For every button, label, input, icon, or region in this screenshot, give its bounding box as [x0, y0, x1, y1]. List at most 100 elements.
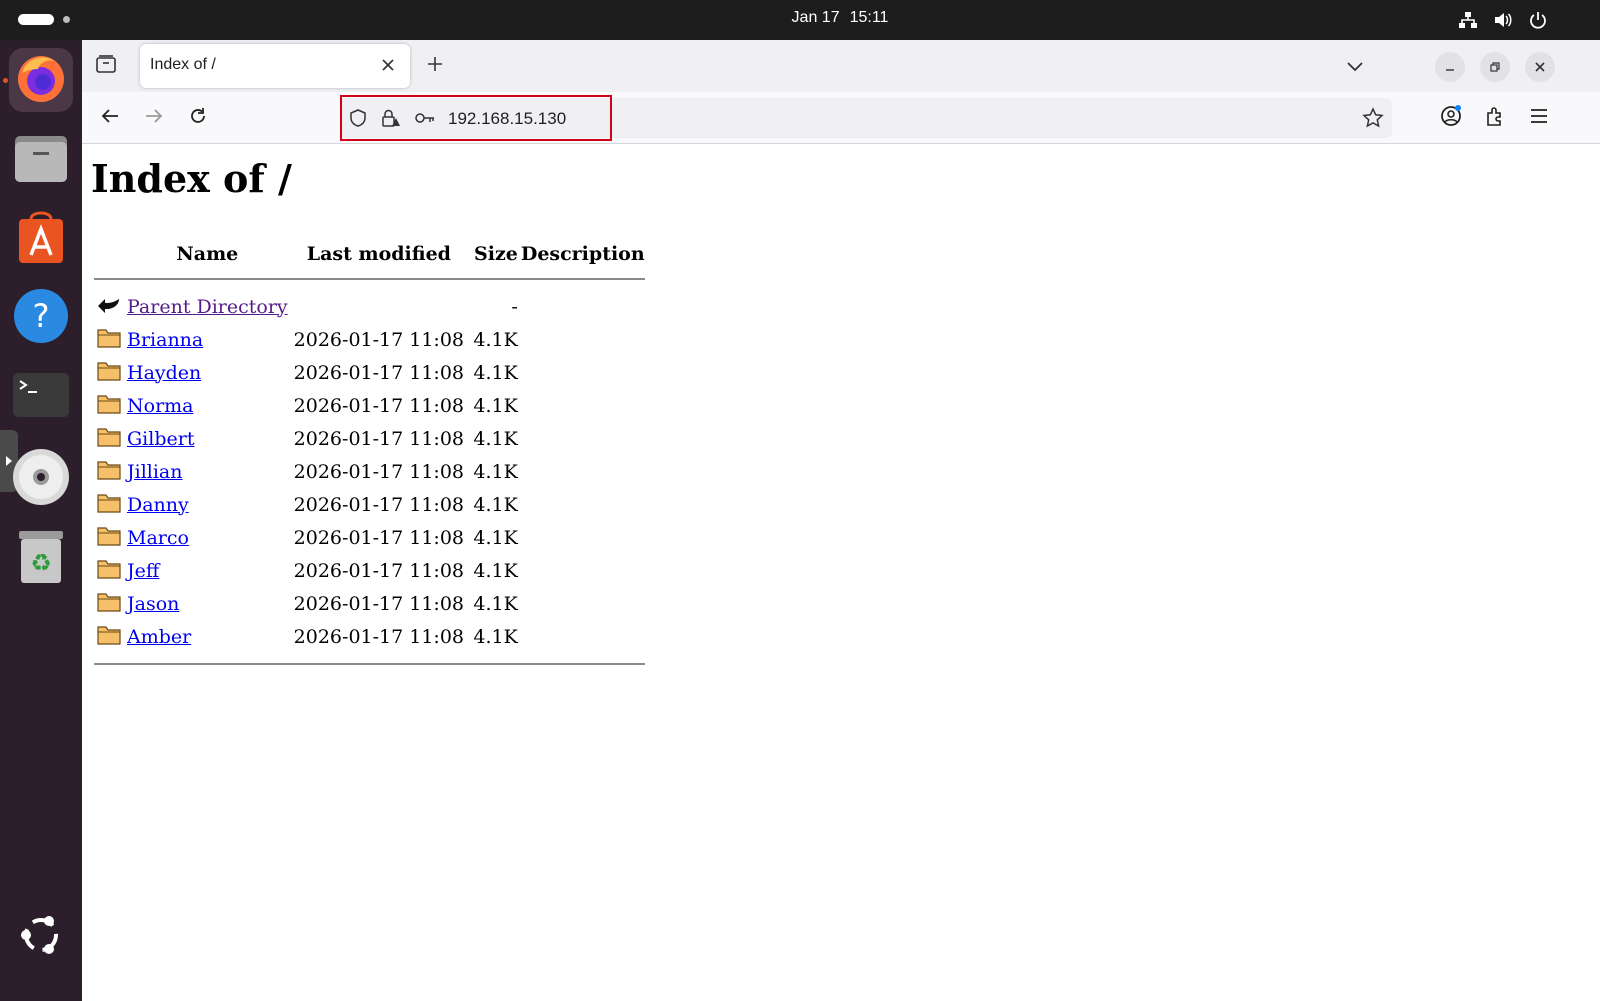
name-cell: Jeff: [124, 554, 291, 587]
parent-modified-cell: [291, 290, 467, 323]
svg-text:♻: ♻: [30, 549, 52, 577]
description-cell: [521, 422, 645, 455]
parent-size-cell: -: [511, 295, 518, 318]
bookmark-star-icon[interactable]: [1362, 107, 1384, 133]
description-cell: [521, 554, 645, 587]
network-icon[interactable]: [1458, 10, 1478, 30]
dock: ? ♻: [0, 40, 82, 1001]
tab-close-button[interactable]: [376, 54, 400, 78]
minimize-button[interactable]: [1435, 52, 1465, 82]
modified-cell: 2026-01-17 11:08: [293, 526, 465, 549]
extensions-button[interactable]: [1479, 102, 1511, 134]
forward-button[interactable]: [138, 102, 170, 134]
restore-button[interactable]: [1480, 52, 1510, 82]
modified-cell: 2026-01-17 11:08: [293, 394, 465, 417]
folder-icon: [94, 356, 124, 389]
table-row: Gilbert 2026-01-17 11:08 4.1K: [94, 422, 645, 455]
folder-icon: [94, 389, 124, 422]
name-cell: Norma: [124, 389, 291, 422]
table-row: Jason 2026-01-17 11:08 4.1K: [94, 587, 645, 620]
window-close-button[interactable]: [1525, 52, 1555, 82]
folder-link[interactable]: Norma: [127, 395, 194, 417]
table-row: Norma 2026-01-17 11:08 4.1K: [94, 389, 645, 422]
folder-link[interactable]: Gilbert: [127, 428, 194, 450]
restore-icon: [1489, 58, 1501, 77]
help-icon: ?: [13, 288, 69, 348]
description-cell: [521, 620, 645, 653]
folder-link[interactable]: Danny: [127, 494, 189, 516]
size-cell: 4.1K: [473, 427, 518, 450]
last-modified-column-header[interactable]: Last modified: [291, 240, 467, 268]
description-cell: [521, 587, 645, 620]
folder-icon: [94, 422, 124, 455]
size-cell: 4.1K: [473, 361, 518, 384]
clock-date: Jan 17: [791, 9, 840, 26]
modified-cell: 2026-01-17 11:08: [293, 328, 465, 351]
table-row: Jillian 2026-01-17 11:08 4.1K: [94, 455, 645, 488]
folder-link[interactable]: Marco: [127, 527, 189, 549]
dock-files[interactable]: [9, 128, 73, 192]
modified-cell: 2026-01-17 11:08: [293, 361, 465, 384]
name-cell: Jason: [124, 587, 291, 620]
table-row: Hayden 2026-01-17 11:08 4.1K: [94, 356, 645, 389]
folder-link[interactable]: Jason: [127, 593, 179, 615]
folder-link[interactable]: Hayden: [127, 362, 201, 384]
description-column-header[interactable]: Description: [521, 240, 645, 268]
dock-trash[interactable]: ♻: [9, 526, 73, 590]
size-cell: 4.1K: [473, 460, 518, 483]
size-cell: 4.1K: [473, 625, 518, 648]
back-button[interactable]: [94, 102, 126, 134]
dock-disc[interactable]: [9, 447, 73, 511]
parent-directory-link[interactable]: Parent Directory: [127, 296, 288, 318]
app-menu-button[interactable]: [1523, 102, 1555, 134]
dock-terminal[interactable]: [9, 365, 73, 429]
tab-index[interactable]: Index of /: [140, 44, 410, 88]
dock-show-apps[interactable]: [9, 905, 73, 969]
account-icon: [1439, 104, 1463, 132]
name-cell: Jillian: [124, 455, 291, 488]
firefox-view-button[interactable]: [90, 50, 122, 82]
parent-description-cell: [521, 290, 645, 323]
modified-cell: 2026-01-17 11:08: [293, 427, 465, 450]
svg-text:?: ?: [33, 297, 50, 335]
name-cell: Gilbert: [124, 422, 291, 455]
icon-column-header: [94, 240, 124, 268]
volume-icon[interactable]: [1493, 10, 1513, 30]
folder-link[interactable]: Brianna: [127, 329, 203, 351]
firefox-icon: [14, 51, 68, 109]
trash-icon: ♻: [17, 527, 65, 589]
power-icon[interactable]: [1528, 10, 1548, 30]
size-cell: 4.1K: [473, 559, 518, 582]
folder-link[interactable]: Amber: [127, 626, 191, 648]
system-top-bar: Jan 17 15:11: [0, 0, 1600, 40]
directory-rows: Brianna 2026-01-17 11:08 4.1K Hayden 2026-01…: [94, 323, 645, 653]
description-cell: [521, 521, 645, 554]
clock[interactable]: Jan 17 15:11: [0, 9, 1600, 27]
name-column-header[interactable]: Name: [124, 240, 291, 268]
size-cell: 4.1K: [473, 592, 518, 615]
name-cell: Hayden: [124, 356, 291, 389]
close-icon: [1534, 58, 1546, 77]
folder-icon: [94, 323, 124, 356]
new-tab-button[interactable]: [419, 50, 451, 82]
folder-icon: [94, 554, 124, 587]
name-cell: Danny: [124, 488, 291, 521]
folder-link[interactable]: Jillian: [127, 461, 183, 483]
reload-button[interactable]: [182, 102, 214, 134]
ubuntu-apps-icon: [18, 912, 64, 962]
folder-link[interactable]: Jeff: [127, 560, 159, 582]
dock-help[interactable]: ?: [9, 286, 73, 350]
hamburger-menu-icon: [1529, 107, 1549, 129]
account-button[interactable]: [1435, 102, 1467, 134]
plus-icon: [426, 55, 444, 77]
description-cell: [521, 488, 645, 521]
folder-icon: [94, 488, 124, 521]
list-all-tabs-button[interactable]: [1339, 50, 1371, 82]
folder-icon: [94, 620, 124, 653]
dock-app-center[interactable]: [9, 208, 73, 272]
minimize-icon: [1444, 58, 1456, 77]
size-cell: 4.1K: [473, 526, 518, 549]
dock-firefox[interactable]: [3, 48, 73, 112]
size-column-header[interactable]: Size: [467, 240, 521, 268]
name-cell: Marco: [124, 521, 291, 554]
